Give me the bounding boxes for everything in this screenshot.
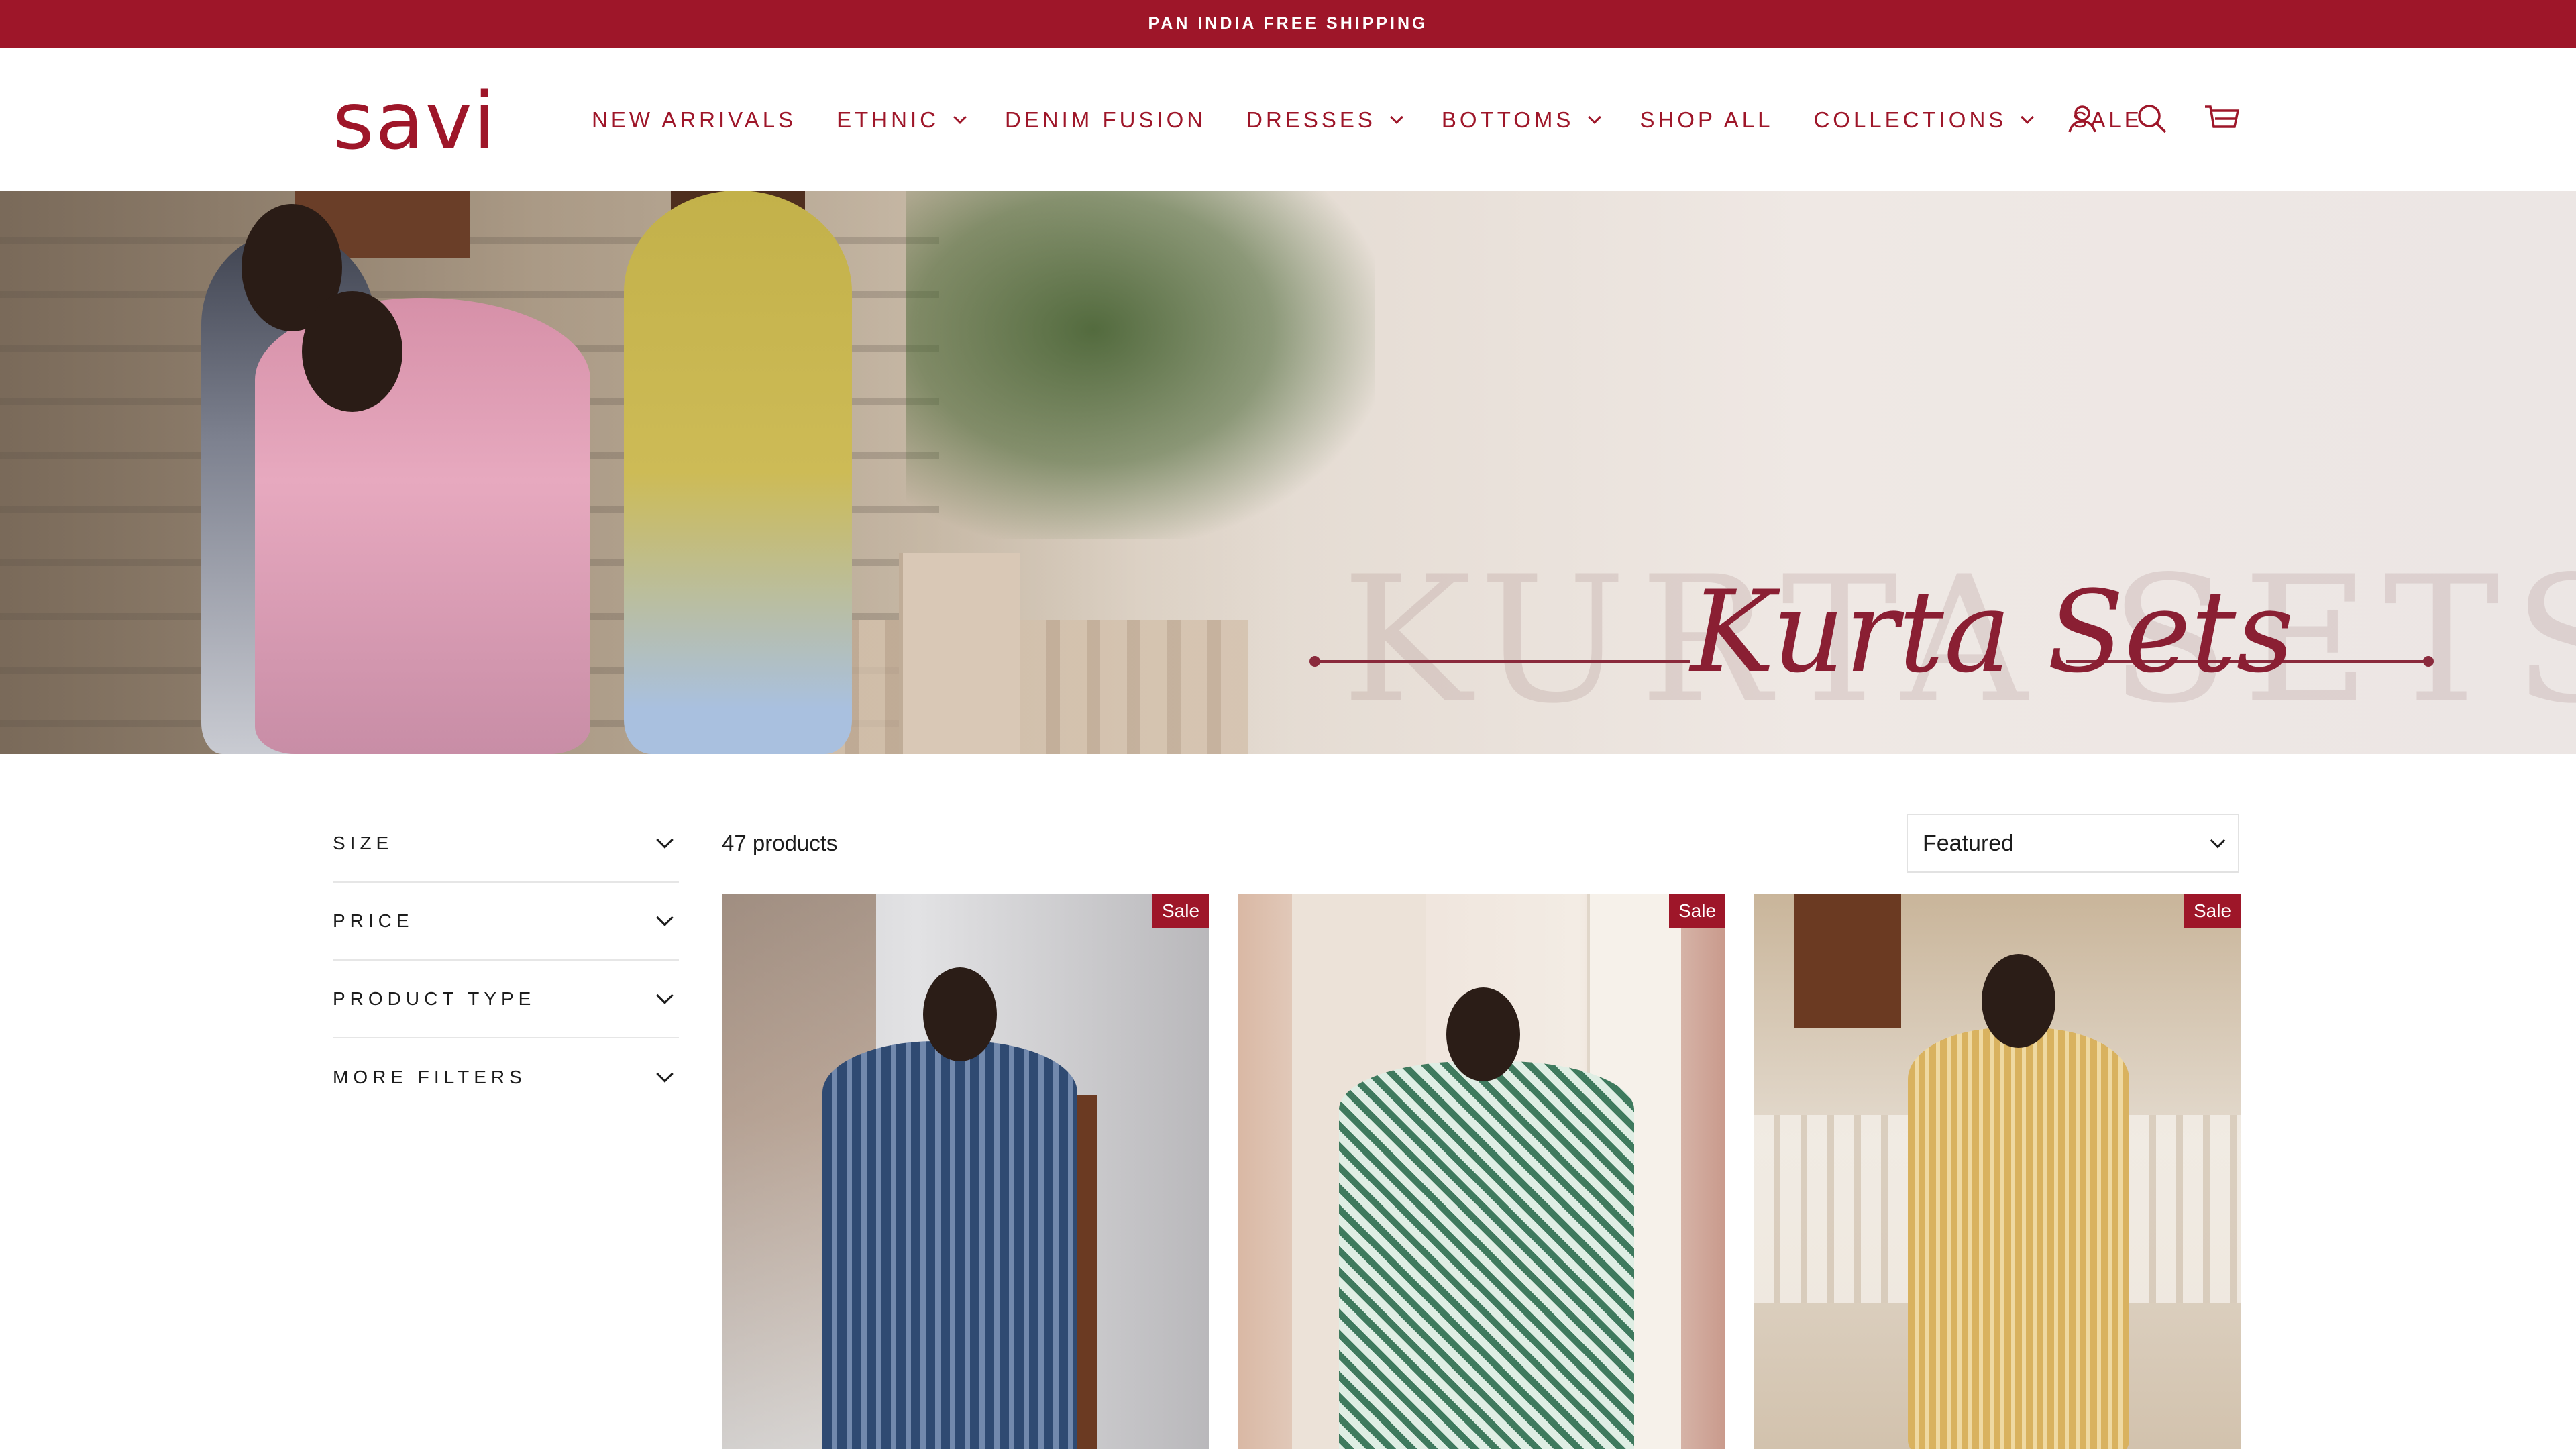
nav-label[interactable]: DRESSES [1246, 107, 1376, 133]
nav-collections[interactable]: COLLECTIONS [1813, 107, 2035, 133]
hero-divider-dot [2423, 656, 2434, 667]
product-photo-model-head [1982, 954, 2055, 1048]
chevron-down-icon[interactable] [656, 909, 674, 926]
filter-label[interactable]: PRICE [333, 910, 414, 932]
nav-denim-fusion[interactable]: DENIM FUSION [1005, 107, 1206, 133]
chevron-down-icon [1389, 111, 1403, 124]
product-card[interactable]: Sale [1238, 894, 1725, 1449]
hero-model-head [302, 291, 402, 412]
announcement-bar: PAN INDIA FREE SHIPPING [0, 0, 2576, 48]
chevron-down-icon[interactable] [656, 987, 674, 1004]
hero-title: Kurta Sets [1690, 566, 2294, 698]
logo[interactable]: savi [333, 81, 500, 160]
product-photo-door [1794, 894, 1901, 1028]
product-photo-model-head [1446, 987, 1520, 1081]
hero-plant [906, 191, 1375, 539]
chevron-down-icon[interactable] [656, 1065, 674, 1083]
nav-label[interactable]: ETHNIC [837, 107, 939, 133]
sale-badge: Sale [2184, 894, 2241, 928]
hero-model [624, 191, 852, 754]
nav-ethnic[interactable]: ETHNIC [837, 107, 967, 133]
hero-divider-left [1315, 660, 1690, 663]
nav-label[interactable]: SHOP ALL [1640, 107, 1773, 133]
cart-icon[interactable] [2203, 100, 2241, 138]
hero-banner[interactable]: KURTA SETS Kurta Sets [0, 191, 2576, 754]
nav-label[interactable]: DENIM FUSION [1005, 107, 1206, 133]
filter-label[interactable]: PRODUCT TYPE [333, 988, 535, 1010]
hero-pillar [899, 553, 1020, 754]
product-photo-model [1908, 1028, 2129, 1449]
filter-label[interactable]: MORE FILTERS [333, 1067, 527, 1088]
product-photo-model [822, 1041, 1077, 1449]
product-photo-model-head [923, 967, 997, 1061]
filter-price[interactable]: PRICE [333, 883, 679, 961]
product-card[interactable]: Sale [722, 894, 1209, 1449]
filter-sidebar: SIZE PRICE PRODUCT TYPE MORE FILTERS [333, 805, 679, 1116]
sort-select[interactable]: Featured [1907, 814, 2239, 873]
nav-dresses[interactable]: DRESSES [1246, 107, 1403, 133]
sale-badge: Sale [1152, 894, 1209, 928]
logo-text[interactable]: savi [333, 74, 496, 167]
chevron-down-icon [2021, 111, 2035, 124]
product-count: 47 products [722, 830, 838, 855]
chevron-down-icon[interactable] [656, 831, 674, 849]
nav-new-arrivals[interactable]: NEW ARRIVALS [592, 107, 796, 133]
chevron-down-icon[interactable] [2210, 833, 2226, 849]
filter-more-filters[interactable]: MORE FILTERS [333, 1038, 679, 1116]
filter-label[interactable]: SIZE [333, 833, 393, 854]
nav-shop-all[interactable]: SHOP ALL [1640, 107, 1773, 133]
hero-divider-dot [1309, 656, 1320, 667]
sale-badge: Sale [1669, 894, 1725, 928]
header-icons [2063, 100, 2241, 138]
product-card[interactable]: Sale [1754, 894, 2241, 1449]
product-photo-model [1339, 1061, 1634, 1449]
announcement-text: PAN INDIA FREE SHIPPING [1148, 14, 1428, 33]
nav-label[interactable]: NEW ARRIVALS [592, 107, 796, 133]
nav-bottoms[interactable]: BOTTOMS [1442, 107, 1602, 133]
filter-product-type[interactable]: PRODUCT TYPE [333, 961, 679, 1038]
chevron-down-icon [953, 111, 967, 124]
nav-label[interactable]: COLLECTIONS [1813, 107, 2006, 133]
site-header: savi NEW ARRIVALS ETHNIC DENIM FUSION DR… [0, 48, 2576, 191]
nav-label[interactable]: BOTTOMS [1442, 107, 1574, 133]
main-nav: NEW ARRIVALS ETHNIC DENIM FUSION DRESSES… [592, 100, 2143, 140]
filter-size[interactable]: SIZE [333, 805, 679, 883]
account-icon[interactable] [2063, 100, 2101, 138]
chevron-down-icon [1588, 111, 1602, 124]
search-icon[interactable] [2133, 100, 2171, 138]
sort-selected-value[interactable]: Featured [1923, 830, 2014, 857]
